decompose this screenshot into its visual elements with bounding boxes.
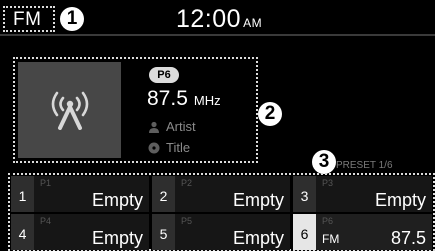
callout-marker-1: 1 bbox=[60, 7, 84, 31]
preset-badge: P6 bbox=[149, 67, 179, 83]
preset-tag: P3 bbox=[322, 178, 334, 188]
top-bar: FM 1 12:00 AM bbox=[0, 0, 435, 34]
preset-button-3[interactable]: 3 P3 Empty bbox=[293, 176, 432, 212]
radio-antenna-icon bbox=[18, 62, 121, 158]
clock-ampm: AM bbox=[243, 16, 263, 30]
preset-number: 6 bbox=[293, 214, 316, 250]
preset-page-indicator: PRESET 1/6 bbox=[336, 160, 393, 171]
callout-marker-3: 3 bbox=[312, 150, 336, 174]
preset-name: Empty bbox=[91, 190, 143, 210]
preset-tag: P2 bbox=[181, 178, 193, 188]
preset-button-4[interactable]: 4 P4 Empty bbox=[11, 214, 149, 250]
frequency-display: 87.5 MHz bbox=[147, 87, 221, 113]
preset-number: 2 bbox=[152, 176, 175, 212]
artist-label: Artist bbox=[166, 119, 196, 134]
preset-number: 1 bbox=[11, 176, 34, 212]
preset-tag: P5 bbox=[181, 216, 193, 226]
person-icon bbox=[148, 121, 160, 133]
clock-time: 12:00 bbox=[176, 5, 242, 33]
header-divider bbox=[0, 34, 435, 36]
mode-label: FM bbox=[13, 9, 42, 30]
preset-button-5[interactable]: 5 P5 Empty bbox=[152, 214, 290, 250]
preset-button-6[interactable]: 6 P6 FM 87.5 bbox=[293, 214, 432, 250]
frequency-unit: MHz bbox=[193, 93, 221, 108]
callout-marker-2: 2 bbox=[258, 102, 282, 126]
artist-row: Artist bbox=[148, 119, 196, 135]
mode-selector[interactable]: FM bbox=[3, 6, 55, 32]
preset-number: 5 bbox=[152, 214, 175, 250]
preset-tag: P1 bbox=[40, 178, 52, 188]
title-label: Title bbox=[166, 140, 191, 155]
now-playing-panel[interactable]: P6 87.5 MHz Artist Title bbox=[13, 57, 258, 163]
preset-band: FM bbox=[322, 232, 340, 246]
preset-name: Empty bbox=[91, 228, 143, 248]
preset-name: Empty bbox=[232, 190, 284, 210]
clock: 12:00 AM bbox=[176, 5, 262, 37]
preset-button-1[interactable]: 1 P1 Empty bbox=[11, 176, 149, 212]
frequency-value: 87.5 bbox=[147, 87, 188, 110]
preset-tag: P6 bbox=[322, 216, 334, 226]
preset-name: Empty bbox=[374, 190, 426, 210]
preset-tag: P4 bbox=[40, 216, 52, 226]
preset-name: Empty bbox=[232, 228, 284, 248]
title-row: Title bbox=[148, 140, 190, 156]
preset-number: 3 bbox=[293, 176, 316, 212]
preset-name: 87.5 bbox=[390, 228, 426, 248]
disc-icon bbox=[148, 142, 160, 154]
preset-button-2[interactable]: 2 P2 Empty bbox=[152, 176, 290, 212]
preset-number: 4 bbox=[11, 214, 34, 250]
preset-grid: 1 P1 Empty 2 P2 Empty 3 P3 Empty 4 P4 Em… bbox=[8, 173, 435, 251]
